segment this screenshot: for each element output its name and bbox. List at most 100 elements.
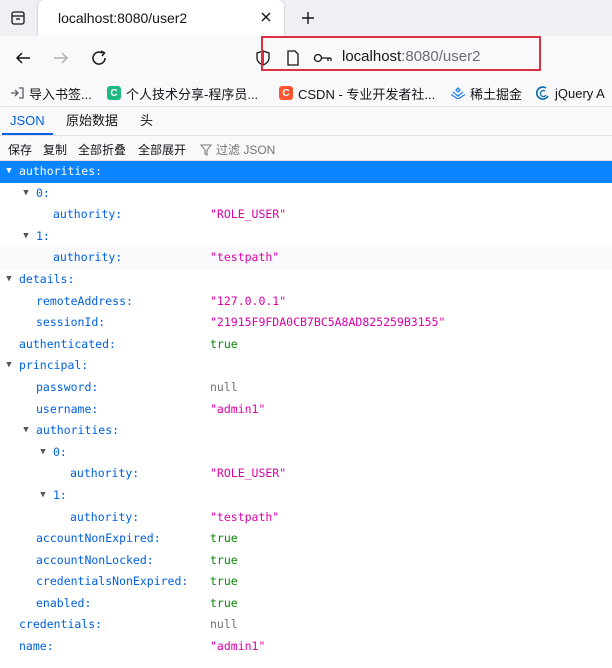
plus-icon[interactable] (298, 8, 318, 28)
json-key: authenticated: (19, 336, 116, 351)
bookmark-c[interactable]: C 个人技术分享-程序员... (107, 84, 258, 102)
json-value: "ROLE_USER" (210, 466, 287, 481)
json-row[interactable]: remoteAddress: "127.0.0.1" (0, 291, 612, 313)
json-tree: ▼ authorities: ▼ 0: authority: "ROLE_USER" ▼ 1:… (0, 161, 612, 658)
json-row[interactable]: ▼ 1: (0, 226, 612, 248)
save-button[interactable]: 保存 (8, 141, 32, 158)
bookmark-label: 稀土掘金 (470, 86, 523, 102)
json-key: name: (19, 639, 54, 654)
json-key: credentialsNonExpired: (36, 574, 189, 589)
json-row[interactable]: username: "admin1" (0, 399, 612, 421)
tab-json[interactable]: JSON (2, 107, 53, 135)
json-key: accountNonExpired: (36, 531, 161, 546)
json-key: authority: (70, 466, 140, 481)
bookmark-label: 导入书签... (29, 86, 92, 102)
reload-icon[interactable] (88, 47, 110, 69)
json-key: authority: (53, 207, 123, 222)
json-row[interactable]: ▼ authorities: (0, 161, 612, 183)
json-value: "21915F9FDA0CB7BC5A8AD825259B3155" (210, 315, 446, 330)
import-icon (10, 86, 24, 100)
tab-raw-data[interactable]: 原始数据 (58, 107, 126, 135)
json-row[interactable]: authority: "testpath" (0, 247, 612, 269)
tab-headers[interactable]: 头 (132, 107, 161, 135)
json-row[interactable]: sessionId: "21915F9FDA0CB7BC5A8AD825259B3… (0, 312, 612, 334)
json-row[interactable]: accountNonLocked: true (0, 550, 612, 572)
json-row[interactable]: enabled: true (0, 593, 612, 615)
json-row[interactable]: name: "admin1" (0, 636, 612, 658)
json-row[interactable]: authority: "testpath" (0, 507, 612, 529)
json-row[interactable]: accountNonExpired: true (0, 528, 612, 550)
json-row[interactable]: ▼ 1: (0, 485, 612, 507)
json-key: authority: (53, 250, 123, 265)
json-key: principal: (19, 358, 89, 373)
json-key: 0: (53, 444, 67, 459)
json-value: null (210, 379, 238, 394)
json-row[interactable]: credentialsNonExpired: true (0, 571, 612, 593)
json-key: credentials: (19, 617, 103, 632)
expand-triangle-icon[interactable]: ▼ (38, 485, 48, 507)
url-path: :8080/user2 (401, 48, 481, 65)
json-value: "127.0.0.1" (210, 293, 287, 308)
json-value: null (210, 617, 238, 632)
json-key: remoteAddress: (36, 293, 133, 308)
url-field[interactable]: localhost:8080/user2 (342, 48, 480, 65)
bookmark-juejin[interactable]: 稀土掘金 (451, 84, 522, 102)
back-arrow-icon[interactable] (12, 47, 34, 69)
json-viewer-tabs: JSON 原始数据 头 (0, 107, 612, 136)
csdn-logo-icon: C (279, 86, 293, 100)
json-row[interactable]: ▼ authorities: (0, 420, 612, 442)
filter-json-input[interactable]: 过滤 JSON (200, 141, 275, 158)
bookmarks-bar: 导入书签... C 个人技术分享-程序员... C CSDN - 专业开发者社.… (0, 80, 612, 107)
juejin-logo-icon (451, 86, 465, 100)
expand-triangle-icon[interactable]: ▼ (4, 355, 14, 377)
json-row[interactable]: ▼ 0: (0, 442, 612, 464)
tab-list-icon[interactable] (6, 6, 30, 30)
expand-triangle-icon[interactable]: ▼ (21, 183, 31, 205)
json-key: username: (36, 401, 99, 416)
json-row[interactable]: credentials: null (0, 614, 612, 636)
url-host: localhost (342, 48, 402, 65)
bookmark-jquery[interactable]: jQuery A (536, 84, 605, 102)
bookmark-import[interactable]: 导入书签... (10, 84, 92, 102)
bookmark-label: CSDN - 专业开发者社... (298, 86, 436, 102)
json-key: enabled: (36, 595, 92, 610)
expand-all-button[interactable]: 全部展开 (138, 141, 186, 158)
json-value: true (210, 574, 238, 589)
json-value: "ROLE_USER" (210, 207, 287, 222)
json-row[interactable]: authenticated: true (0, 334, 612, 356)
bookmark-csdn[interactable]: C CSDN - 专业开发者社... (279, 84, 435, 102)
json-row[interactable]: ▼ principal: (0, 355, 612, 377)
filter-placeholder: 过滤 JSON (216, 143, 276, 157)
bookmark-label: 个人技术分享-程序员... (126, 86, 259, 102)
json-key: 1: (53, 487, 67, 502)
forward-arrow-icon[interactable] (50, 47, 72, 69)
jquery-logo-icon (536, 86, 550, 100)
json-key: authority: (70, 509, 140, 524)
json-value: "testpath" (210, 250, 280, 265)
json-key: 0: (36, 185, 50, 200)
expand-triangle-icon[interactable]: ▼ (21, 226, 31, 248)
json-row[interactable]: ▼ 0: (0, 183, 612, 205)
expand-triangle-icon[interactable]: ▼ (4, 161, 14, 183)
json-value: true (210, 336, 238, 351)
json-row[interactable]: authority: "ROLE_USER" (0, 204, 612, 226)
json-key: details: (19, 271, 75, 286)
json-row[interactable]: authority: "ROLE_USER" (0, 463, 612, 485)
collapse-all-button[interactable]: 全部折叠 (78, 141, 126, 158)
json-row[interactable]: password: null (0, 377, 612, 399)
expand-triangle-icon[interactable]: ▼ (21, 420, 31, 442)
json-key: authorities: (36, 423, 120, 438)
json-value: true (210, 552, 238, 567)
json-row[interactable]: ▼ details: (0, 269, 612, 291)
copy-button[interactable]: 复制 (43, 141, 67, 158)
json-toolbar: 保存 复制 全部折叠 全部展开 过滤 JSON (0, 136, 612, 161)
tab-title: localhost:8080/user2 (58, 10, 188, 26)
filter-icon (200, 144, 212, 156)
browser-tab[interactable]: localhost:8080/user2 (38, 0, 284, 36)
json-value: "testpath" (210, 509, 280, 524)
expand-triangle-icon[interactable]: ▼ (38, 442, 48, 464)
close-icon[interactable] (258, 9, 274, 25)
json-key: accountNonLocked: (36, 552, 154, 567)
expand-triangle-icon[interactable]: ▼ (4, 269, 14, 291)
json-value: true (210, 595, 238, 610)
